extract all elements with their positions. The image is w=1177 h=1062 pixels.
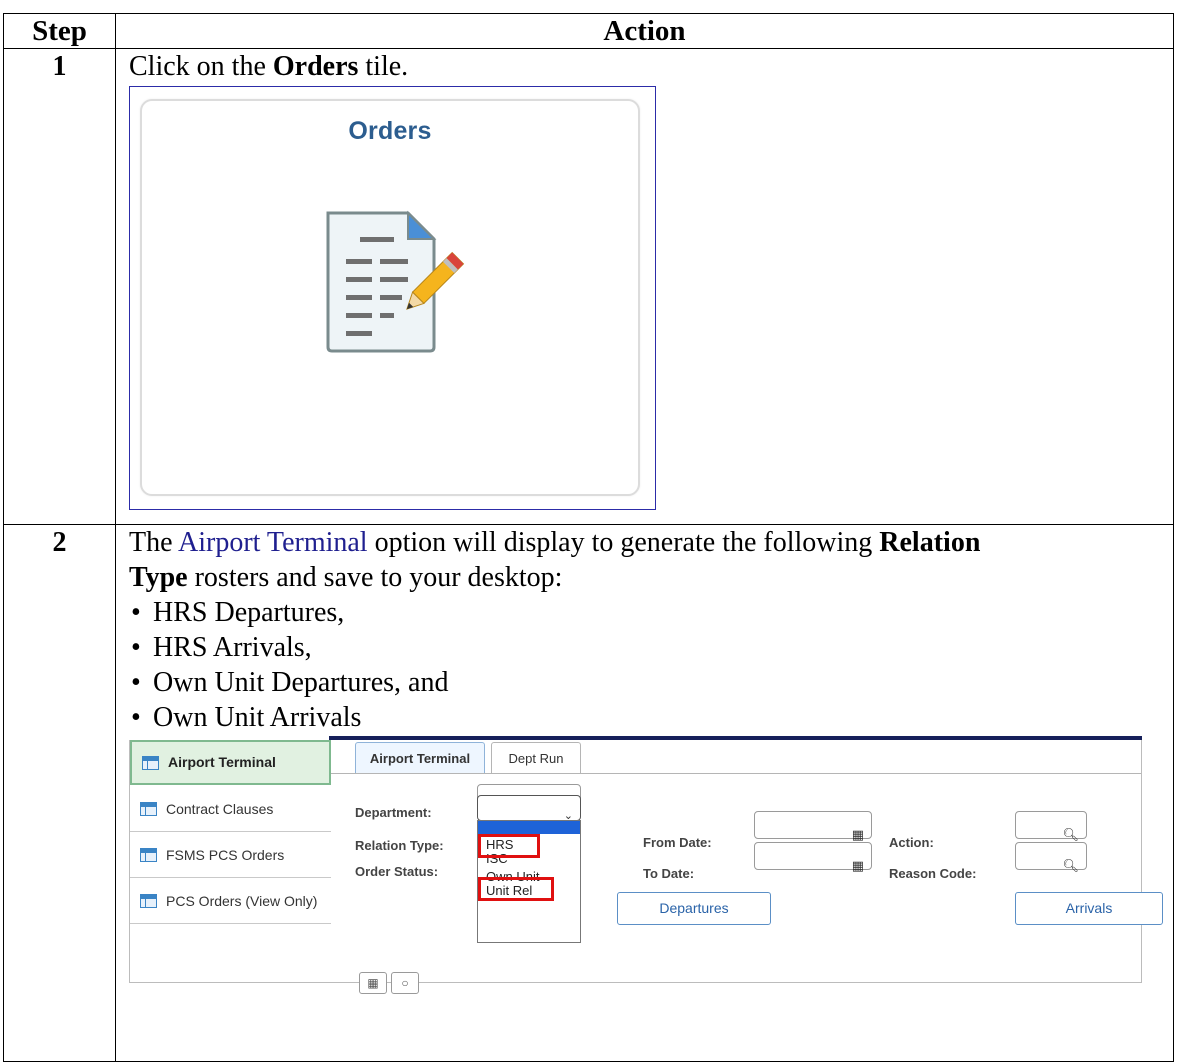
to-date-label: To Date: <box>643 866 695 881</box>
instruction-text: option will display to generate the foll… <box>367 527 880 558</box>
arrivals-button[interactable]: Arrivals <box>1015 892 1163 925</box>
instruction-bold: Relation <box>879 527 981 558</box>
action-input[interactable]: 🔍︎ <box>1015 811 1087 842</box>
step-row-1: 1 Click on the Orders tile. Orders <box>3 48 1174 525</box>
departures-button[interactable]: Departures <box>617 892 771 925</box>
list-item: Own Unit Departures, and <box>129 665 1173 700</box>
from-date-input[interactable]: ▦ <box>754 811 872 842</box>
left-nav: Airport Terminal Contract Clauses FSMS P… <box>129 740 331 983</box>
from-date-label: From Date: <box>643 835 712 850</box>
nav-item-pcs-orders-view-only[interactable]: PCS Orders (View Only) <box>130 879 331 924</box>
header-step: Step <box>3 13 116 49</box>
nav-item-fsms-pcs-orders[interactable]: FSMS PCS Orders <box>130 833 331 878</box>
component-icon <box>142 755 159 770</box>
nav-item-label: Airport Terminal <box>168 754 276 770</box>
tile-title: Orders <box>348 117 432 145</box>
to-date-input[interactable]: ▦ <box>754 842 872 873</box>
component-icon <box>140 802 157 816</box>
header-action: Action <box>115 13 1174 49</box>
airport-terminal-screenshot: Airport Terminal Contract Clauses FSMS P… <box>129 736 1163 994</box>
orders-tile-screenshot: Orders <box>129 86 656 510</box>
instruction-text: Click on the <box>129 51 273 82</box>
step-number: 1 <box>3 48 116 525</box>
step-row-2: 2 The Airport Terminal option will displ… <box>3 524 1174 1062</box>
instruction-text: rosters and save to your desktop: <box>187 562 563 593</box>
header-row: Step Action <box>3 13 1174 49</box>
tab-airport-terminal[interactable]: Airport Terminal <box>355 742 485 773</box>
list-item: HRS Arrivals, <box>129 630 1173 665</box>
list-item: Own Unit Arrivals <box>129 700 1173 735</box>
component-icon <box>140 894 157 908</box>
step-action-2: The Airport Terminal option will display… <box>115 524 1174 1062</box>
nav-item-label: Contract Clauses <box>166 800 274 817</box>
department-label: Department: <box>355 805 432 820</box>
instruction-bold: Type <box>129 562 188 593</box>
action-label: Action: <box>889 835 934 850</box>
grid-icon[interactable]: ▦ <box>359 972 387 994</box>
step-instruction-cont: Type rosters and save to your desktop: <box>129 560 1173 595</box>
nav-item-label: PCS Orders (View Only) <box>166 892 318 909</box>
step-instruction: The Airport Terminal option will display… <box>129 525 1173 560</box>
component-icon <box>140 848 157 862</box>
calendar-icon[interactable]: ▦ <box>852 848 864 883</box>
highlight-hrs <box>478 834 540 858</box>
step-action-1: Click on the Orders tile. Orders <box>115 48 1174 525</box>
selected-option[interactable] <box>478 821 580 834</box>
reason-code-input[interactable]: 🔍︎ <box>1015 842 1087 873</box>
highlight-own-unit <box>478 877 554 901</box>
tab-divider <box>331 773 1141 774</box>
nav-item-airport-terminal[interactable]: Airport Terminal <box>130 740 331 785</box>
document-pencil-icon <box>326 210 465 353</box>
instruction-table: Step Action 1 Click on the Orders tile. … <box>3 13 1174 1062</box>
nav-item-label: FSMS PCS Orders <box>166 846 285 863</box>
instruction-text: The <box>129 527 178 558</box>
instruction-bold: Orders <box>272 51 359 82</box>
orders-tile[interactable]: Orders <box>140 99 640 496</box>
step-instruction: Click on the Orders tile. <box>129 49 1173 84</box>
search-icon[interactable]: ○ <box>391 972 419 994</box>
reason-code-label: Reason Code: <box>889 866 977 881</box>
order-status-label: Order Status: <box>355 864 439 879</box>
instruction-text: tile. <box>358 51 409 82</box>
main-panel: Airport Terminal Dept Run Department: 🔍︎… <box>331 740 1163 994</box>
list-item: HRS Departures, <box>129 595 1173 630</box>
step-number: 2 <box>3 524 116 1062</box>
relation-type-select[interactable]: ⌄ <box>477 795 581 822</box>
roster-list: HRS Departures, HRS Arrivals, Own Unit D… <box>129 595 1173 735</box>
search-icon[interactable]: 🔍︎ <box>1062 848 1079 883</box>
nav-item-contract-clauses[interactable]: Contract Clauses <box>130 787 331 832</box>
airport-terminal-reference: Airport Terminal <box>178 527 368 558</box>
tab-dept-run[interactable]: Dept Run <box>491 742 581 773</box>
